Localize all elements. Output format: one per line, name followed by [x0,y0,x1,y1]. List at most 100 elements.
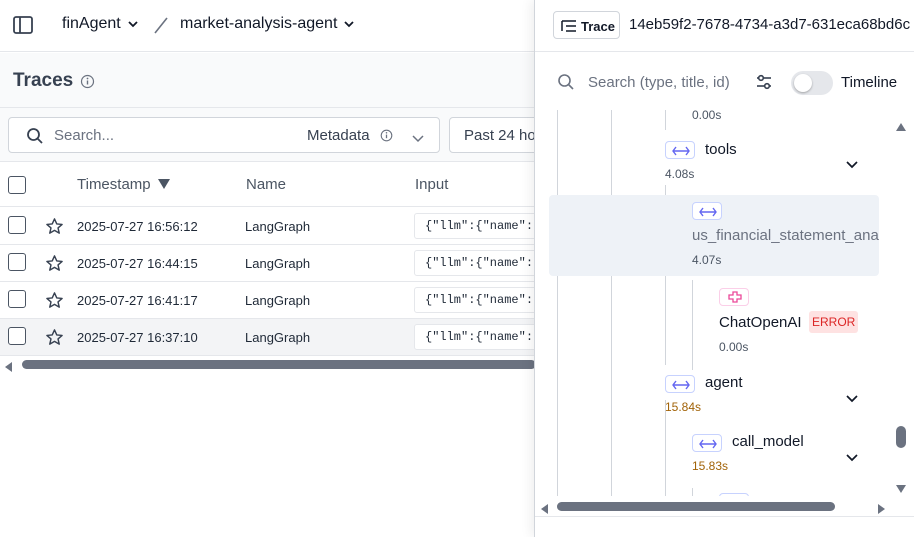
workspace-name: finAgent [62,15,121,32]
llm-cross-icon [728,291,742,303]
chevron-down-icon[interactable] [846,391,858,409]
select-all-checkbox[interactable] [8,176,26,194]
tool-badge [692,202,722,220]
chevron-down-icon[interactable] [412,131,424,149]
table-header: Timestamp Name Input [0,163,540,207]
row-checkbox[interactable] [8,290,26,308]
chain-badge [665,375,695,393]
search-icon [26,127,44,150]
row-timestamp: 2025-07-27 16:41:17 [77,293,198,308]
panel-header: Trace 14eb59f2-7678-4734-a3d7-631eca68bd… [535,0,914,52]
star-icon[interactable] [45,328,64,352]
row-name: LangGraph [245,256,311,271]
tree-guide-line [557,110,558,496]
timeline-toggle[interactable] [791,71,833,95]
project-dropdown[interactable]: market-analysis-agent [180,15,355,33]
node-duration: 15.84s [665,400,702,414]
node-name: ChatOpenAI [719,314,802,331]
column-header-input[interactable]: Input [415,176,448,193]
error-badge: ERROR [809,311,859,333]
info-icon[interactable] [380,129,393,147]
metadata-filter-label[interactable]: Metadata [307,127,370,144]
workspace-dropdown[interactable]: finAgent [62,15,139,33]
arrows-horizontal-icon [672,146,690,156]
chevron-down-icon[interactable] [846,157,858,175]
page-title: Traces [13,70,74,91]
chain-badge [719,493,749,496]
scrollbar-thumb[interactable] [896,426,906,448]
trace-id[interactable]: 14eb59f2-7678-4734-a3d7-631eca68bd6c [629,16,914,33]
table-row[interactable]: 2025-07-27 16:37:10 LangGraph {"llm":{"n… [0,319,544,356]
filter-sliders-icon[interactable] [755,73,773,96]
star-icon[interactable] [45,254,64,278]
tree-horizontal-scrollbar[interactable] [535,498,895,514]
node-duration: 0.00s [692,110,722,122]
table-row[interactable]: 2025-07-27 16:44:15 LangGraph {"llm":{"n… [0,245,544,282]
arrows-horizontal-icon [699,207,717,217]
row-name: LangGraph [245,293,311,308]
row-timestamp: 2025-07-27 16:37:10 [77,330,198,345]
row-timestamp: 2025-07-27 16:44:15 [77,256,198,271]
star-icon[interactable] [45,291,64,315]
arrows-horizontal-icon [672,380,690,390]
timeline-label: Timeline [841,74,898,91]
row-input[interactable]: {"llm":{"name":null," [414,250,544,276]
trace-tree-icon [561,20,576,32]
scrollbar-thumb[interactable] [557,502,835,511]
node-duration: 15.83s [692,459,729,473]
table-horizontal-scrollbar[interactable] [0,357,540,372]
search-icon [557,73,575,96]
node-duration: 0.00s [719,340,749,354]
chevron-down-icon[interactable] [846,450,858,468]
tree-guide-line [611,110,612,496]
column-header-name[interactable]: Name [246,176,286,193]
panel-divider [535,516,914,517]
search-placeholder: Search... [54,127,115,144]
node-name: call_model [732,433,804,450]
panel-search-input[interactable]: Search (type, title, id) [588,74,730,91]
column-header-timestamp[interactable]: Timestamp [77,176,170,193]
node-name: us_financial_statement_analyzer [692,227,879,244]
tree-guide-line [665,110,666,130]
trace-detail-panel: Trace 14eb59f2-7678-4734-a3d7-631eca68bd… [534,0,914,537]
arrows-horizontal-icon [699,439,717,449]
info-icon[interactable] [80,74,95,94]
row-name: LangGraph [245,330,311,345]
chevron-down-icon [128,21,138,28]
chain-badge [665,141,695,159]
chain-badge [692,434,722,452]
llm-badge [719,288,749,306]
row-checkbox[interactable] [8,253,26,271]
tree-vertical-scrollbar[interactable] [891,112,911,496]
row-timestamp: 2025-07-27 16:56:12 [77,219,198,234]
row-input[interactable]: {"llm":{"name":null," [414,213,544,239]
star-icon[interactable] [45,217,64,241]
table-row[interactable]: 2025-07-27 16:56:12 LangGraph {"llm":{"n… [0,208,544,245]
table-row[interactable]: 2025-07-27 16:41:17 LangGraph {"llm":{"n… [0,282,544,319]
row-checkbox[interactable] [8,327,26,345]
tree-guide-line [692,488,693,496]
node-name: tools [705,141,737,158]
sidebar-toggle-icon[interactable] [12,14,34,36]
trace-type-chip: Trace [553,11,620,39]
row-name: LangGraph [245,219,311,234]
project-name: market-analysis-agent [180,15,338,32]
scrollbar-thumb[interactable] [22,360,536,369]
toggle-knob [794,74,812,92]
scroll-up-arrow-icon[interactable] [896,118,906,136]
panel-search-bar: Search (type, title, id) Timeline [535,60,914,104]
breadcrumb-separator [152,14,170,41]
row-checkbox[interactable] [8,216,26,234]
scroll-down-arrow-icon[interactable] [896,480,906,498]
node-duration: 4.08s [665,167,695,181]
scroll-left-arrow-icon[interactable] [5,359,13,377]
trace-tree: 0.00s tools 4.08s us_financial_statement… [535,110,895,496]
row-input[interactable]: {"llm":{"name":null," [414,287,544,313]
sort-desc-icon [157,179,170,189]
row-input[interactable]: {"llm":{"name":null," [414,324,544,350]
node-duration: 4.07s [692,253,722,267]
tree-guide-line [665,400,666,496]
traces-search-input[interactable]: Search... Metadata [8,117,440,153]
node-name: agent [705,374,743,391]
chevron-down-icon [344,21,355,28]
